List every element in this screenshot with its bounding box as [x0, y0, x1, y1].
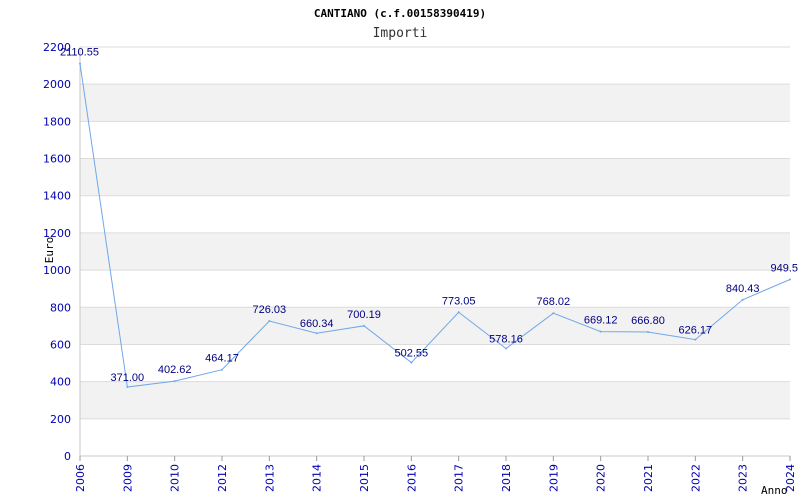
x-tick-label: 2023: [737, 464, 750, 492]
x-tick-label: 2018: [500, 464, 513, 492]
x-tick-label: 2016: [405, 464, 418, 492]
data-label: 578.16: [489, 334, 523, 346]
data-label: 626.17: [679, 325, 713, 337]
y-tick-label: 800: [50, 301, 71, 314]
data-label: 502.55: [395, 348, 429, 360]
x-tick-label: 2017: [453, 464, 466, 492]
data-label: 700.19: [347, 309, 381, 321]
data-label: 669.12: [584, 315, 618, 327]
x-axis-label: Anno: [761, 484, 788, 497]
data-point: [221, 368, 223, 371]
data-label: 371.00: [111, 372, 145, 384]
data-point: [789, 278, 791, 281]
data-label: 464.17: [205, 353, 239, 365]
x-tick-label: 2013: [263, 464, 276, 492]
x-tick-label: 2010: [169, 464, 182, 492]
data-label: 2110.55: [60, 47, 99, 59]
data-point: [457, 311, 460, 314]
y-tick-label: 400: [50, 376, 71, 389]
y-tick-label: 2000: [43, 78, 71, 91]
grid-band: [80, 232, 790, 271]
data-label: 949.5: [770, 262, 798, 274]
y-tick-label: 1800: [43, 115, 71, 128]
chart-title: CANTIANO (c.f.00158390419): [314, 7, 486, 20]
x-tick-label: 2019: [547, 464, 560, 492]
line-chart: CANTIANO (c.f.00158390419) Importi 0 200 4…: [43, 7, 798, 497]
x-tick-label: 2012: [216, 464, 229, 492]
data-point: [694, 338, 697, 341]
y-tick-label: 200: [50, 413, 71, 426]
x-tick-label: 2009: [121, 464, 134, 492]
data-label: 660.34: [300, 318, 334, 330]
data-point: [268, 320, 271, 323]
data-label: 402.62: [158, 364, 192, 376]
data-point: [79, 62, 81, 65]
x-tick-label: 2015: [358, 464, 371, 492]
x-tick-label: 2014: [311, 464, 324, 492]
data-point: [599, 330, 602, 333]
x-tick-label: 2021: [642, 464, 655, 492]
data-label: 840.43: [726, 283, 760, 295]
x-axis-ticks: 2006 2009 2010 2012 2013 2014 2015 2016 2017 2018…: [74, 456, 797, 492]
data-label: 773.05: [442, 295, 476, 307]
grid-band: [80, 84, 790, 122]
y-tick-label: 1000: [43, 264, 71, 277]
x-tick-label: 2006: [74, 464, 87, 492]
data-point: [552, 312, 555, 315]
y-tick-label: 600: [50, 338, 71, 351]
x-tick-label: 2020: [595, 464, 608, 492]
data-point: [505, 347, 507, 350]
y-tick-label: 1400: [43, 190, 71, 203]
data-point: [363, 324, 365, 327]
x-tick-label: 2022: [689, 464, 702, 492]
y-tick-label: 1600: [43, 153, 71, 166]
grid-band: [80, 158, 790, 196]
y-axis-label: Euro: [43, 237, 56, 264]
data-point: [647, 331, 649, 334]
data-point: [315, 332, 318, 335]
data-point: [173, 380, 176, 383]
y-tick-label: 0: [64, 450, 71, 463]
grid-band: [80, 381, 790, 419]
data-label: 666.80: [631, 315, 665, 327]
data-point: [410, 361, 413, 364]
chart-subtitle: Importi: [373, 26, 428, 41]
data-label: 768.02: [537, 296, 571, 308]
data-point: [741, 298, 744, 301]
data-point: [126, 386, 129, 389]
data-label: 726.03: [253, 304, 287, 316]
